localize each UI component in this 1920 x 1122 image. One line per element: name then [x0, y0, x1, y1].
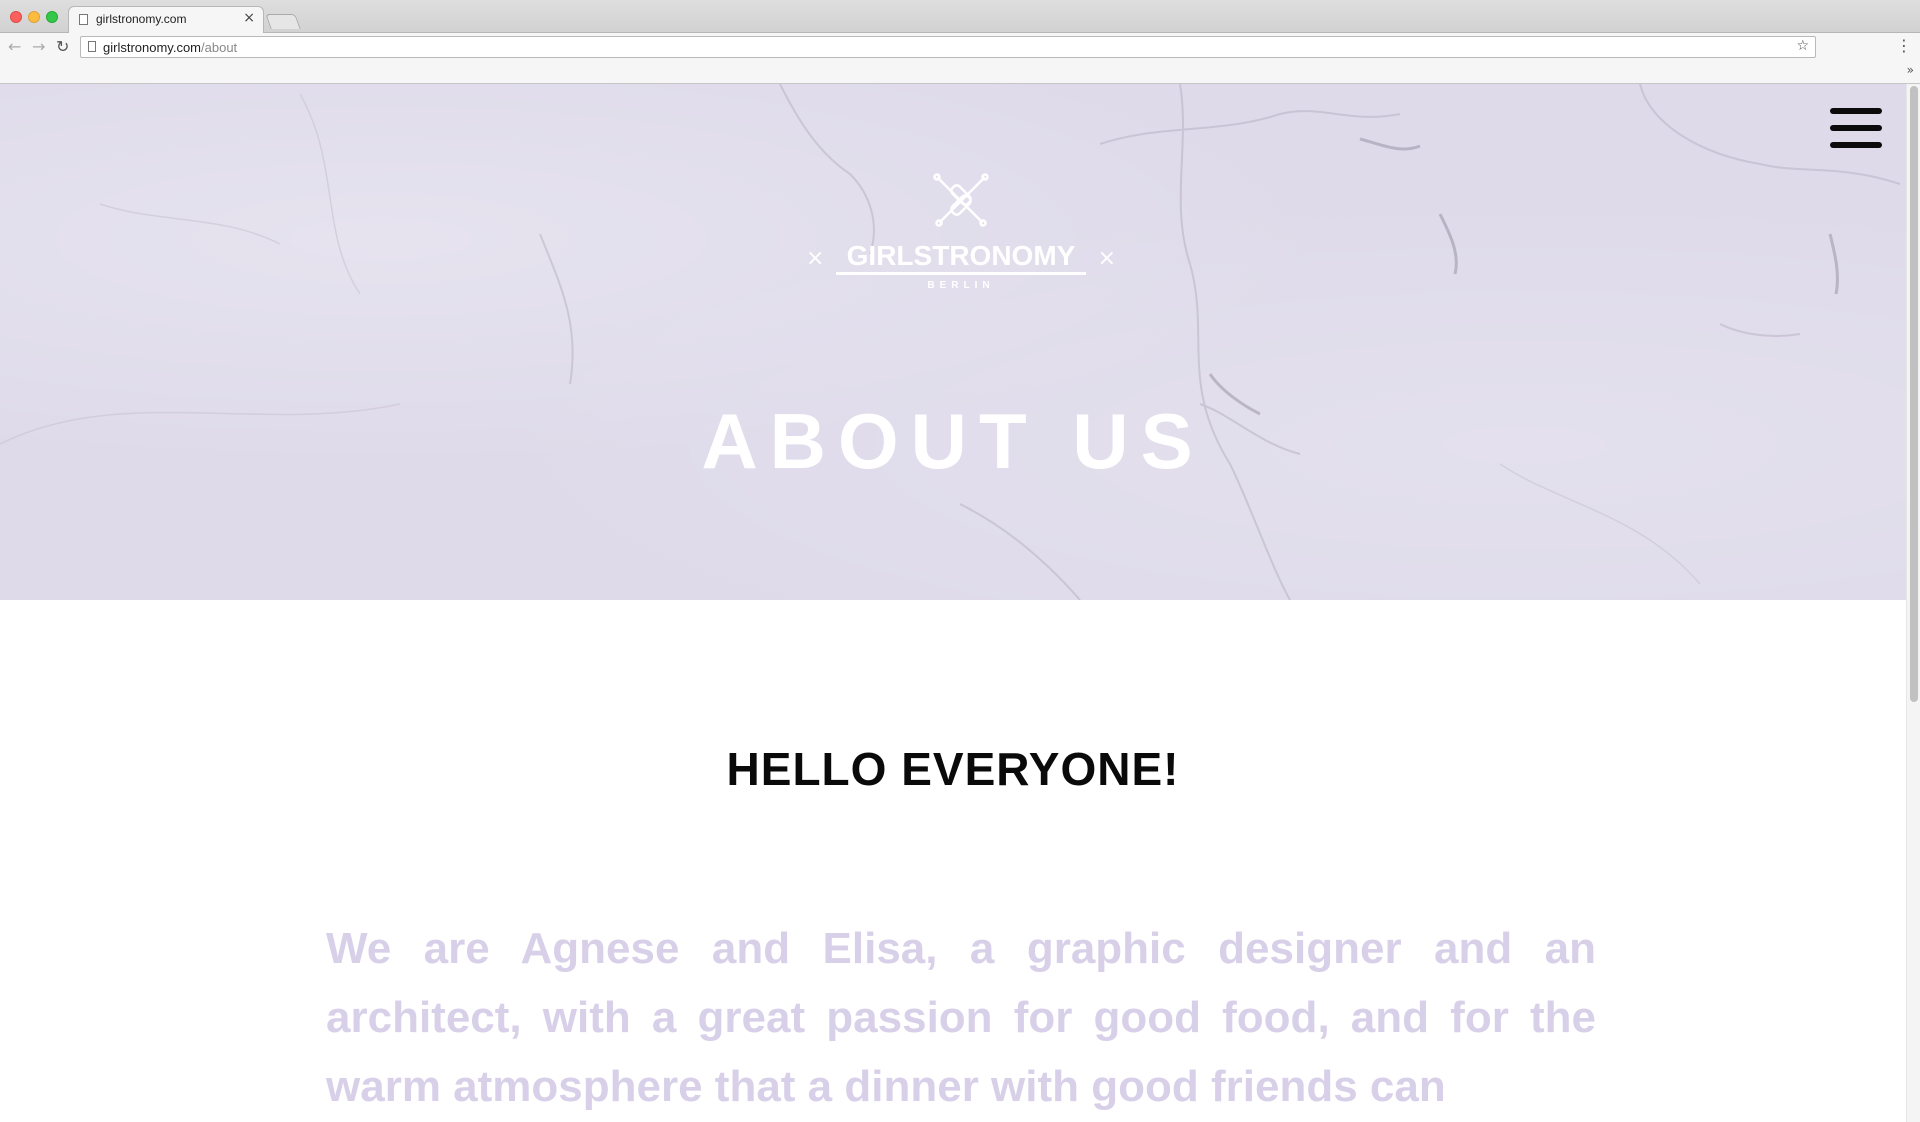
address-bar[interactable]: girlstronomy.com/about ☆ — [80, 36, 1816, 58]
back-arrow-icon[interactable]: ← — [8, 37, 21, 56]
url-host: girlstronomy.com — [103, 40, 202, 55]
page-icon — [88, 41, 96, 52]
extensions-overflow-icon[interactable]: » — [1907, 63, 1914, 77]
url-path: /about — [201, 40, 238, 55]
scrollbar-thumb[interactable] — [1910, 86, 1918, 702]
page-viewport: × GIRLSTRONOMY × BERLIN ABOUT US HELLO E… — [0, 84, 1920, 1122]
crossed-rolling-pins-icon — [933, 173, 989, 227]
hero-title: ABOUT US — [701, 397, 1205, 485]
star-icon[interactable]: ☆ — [1796, 38, 1809, 54]
marble-texture — [0, 84, 1901, 600]
logo-ornament-left: × — [806, 246, 825, 271]
section-heading: HELLO EVERYONE! — [726, 743, 1180, 795]
browser-tab-bar: girlstronomy.com × — [0, 0, 1920, 33]
browser-tab[interactable]: girlstronomy.com × — [68, 6, 264, 33]
logo-underline — [836, 272, 1086, 275]
vertical-dots-icon[interactable]: ⋮ — [1896, 36, 1912, 55]
reload-icon[interactable]: ↻ — [56, 37, 69, 56]
logo-wordmark: GIRLSTRONOMY — [846, 240, 1076, 271]
page-scrollbar[interactable] — [1906, 84, 1920, 1122]
tab-title: girlstronomy.com — [96, 12, 187, 26]
minimize-window-button[interactable] — [28, 11, 40, 23]
maximize-window-button[interactable] — [46, 11, 58, 23]
address-url[interactable]: girlstronomy.com/about — [103, 40, 237, 55]
hamburger-menu-icon[interactable] — [1830, 108, 1882, 148]
browser-toolbar: ← → ↻ girlstronomy.com/about ☆ ⋮ » — [0, 33, 1920, 84]
close-window-button[interactable] — [10, 11, 22, 23]
page-icon — [79, 14, 88, 25]
intro-paragraph: We are Agnese and Elisa, a graphic desig… — [326, 924, 1596, 1111]
hero-banner: × GIRLSTRONOMY × BERLIN ABOUT US — [0, 84, 1906, 600]
logo-ornament-right: × — [1097, 246, 1116, 271]
tab-close-icon[interactable]: × — [243, 10, 255, 26]
logo-subtitle: BERLIN — [927, 280, 995, 291]
new-tab-button[interactable] — [265, 14, 301, 29]
forward-arrow-icon[interactable]: → — [32, 37, 45, 56]
